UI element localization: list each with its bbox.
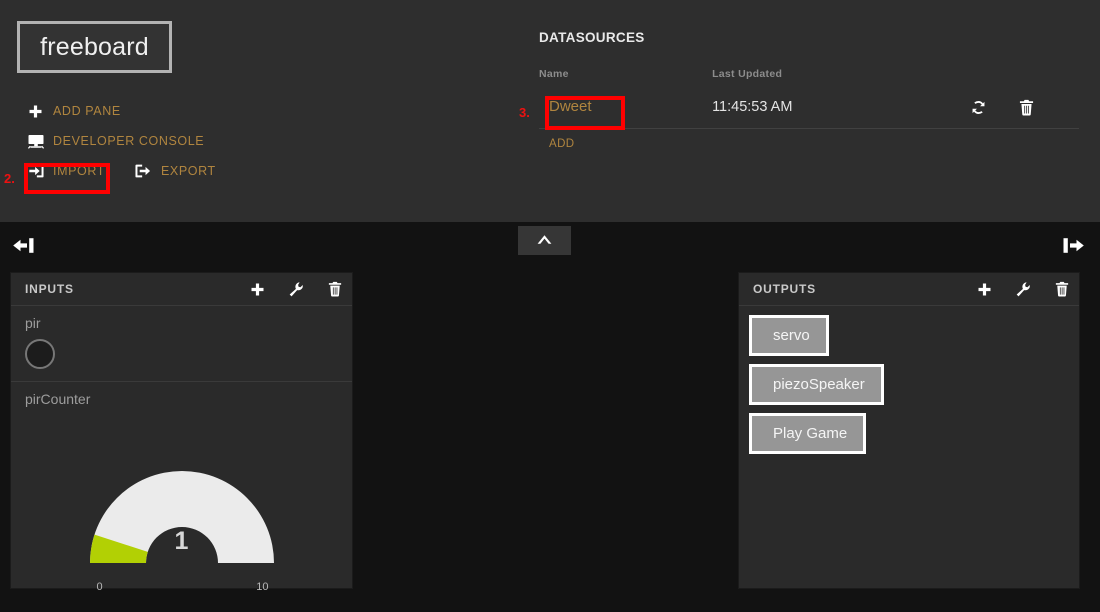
pane-outputs: OUTPUTS serv [738,272,1080,589]
app-header: freeboard ADD PANE [0,0,1100,222]
output-button-play-game[interactable]: Play Game [749,413,866,454]
pane-outputs-title: OUTPUTS [753,282,977,296]
outputs-button-list: servo piezoSpeaker Play Game [739,306,1079,462]
output-button-piezospeaker[interactable]: piezoSpeaker [749,364,884,405]
gauge-svg [77,453,287,575]
list-item: servo [749,315,1079,364]
datasource-last-updated: 11:45:53 AM [712,99,792,115]
import-label: IMPORT [53,164,105,178]
developer-console-label: DEVELOPER CONSOLE [53,134,204,148]
trash-icon[interactable] [328,281,342,297]
indicator-led-pir [25,339,55,369]
column-header-name: Name [539,68,712,94]
list-item: piezoSpeaker [749,364,1079,413]
header-menu: ADD PANE DEVELOPER CONSOLE [27,96,447,186]
app-logo[interactable]: freeboard [17,21,172,73]
app-logo-text: freeboard [40,33,149,62]
pane-inputs-tools [250,281,342,297]
widget-title-pir: pir [25,315,338,331]
pane-outputs-tools [977,281,1069,297]
gauge-max-label: 10 [256,581,268,593]
export-button[interactable]: EXPORT [135,159,220,183]
gauge-value-label: 1 [77,527,287,556]
widget-indicator-pir: pir [11,306,352,382]
chevron-up-icon [536,232,553,250]
annotation-number-2: 2. [4,171,15,186]
refresh-icon[interactable] [970,99,987,116]
export-label: EXPORT [161,164,216,178]
datasources-title: DATASOURCES [539,30,1079,45]
list-item: Play Game [749,413,1079,462]
developer-console-button[interactable]: DEVELOPER CONSOLE [27,129,208,153]
trash-icon[interactable] [1055,281,1069,297]
collapse-right-icon[interactable] [1061,237,1087,254]
pane-outputs-header: OUTPUTS [739,273,1079,306]
datasource-actions-cell [948,94,1079,129]
collapse-left-icon[interactable] [10,237,36,254]
monitor-icon [27,133,44,150]
gauge: 1 0 10 [77,453,287,593]
datasource-name-dweet[interactable]: Dweet [539,98,592,115]
gauge-min-label: 0 [97,581,103,593]
plus-icon[interactable] [250,282,265,297]
widget-gauge-pircounter: pirCounter 1 0 10 [11,382,352,605]
column-header-actions [948,68,1079,94]
table-row: Dweet 11:45:53 AM [539,94,1079,129]
datasources-header-row: Name Last Updated [539,68,1079,94]
pane-inputs-header: INPUTS [11,273,352,306]
widget-title-pircounter: pirCounter [25,391,338,407]
wrench-icon[interactable] [289,282,304,297]
menu-row-developer-console: DEVELOPER CONSOLE [27,126,447,156]
pane-inputs-title: INPUTS [25,282,250,296]
add-pane-button[interactable]: ADD PANE [27,99,125,123]
menu-row-add-pane: ADD PANE [27,96,447,126]
freeboard-app: freeboard ADD PANE [0,0,1100,612]
column-header-last-updated: Last Updated [712,68,947,94]
collapse-header-button[interactable] [518,226,571,255]
pane-inputs: INPUTS pir [10,272,353,589]
plus-icon [27,103,44,120]
add-pane-label: ADD PANE [53,104,121,118]
annotation-number-3: 3. [519,105,530,120]
gauge-area: 1 0 10 [25,415,338,593]
menu-row-import-export: IMPORT EXPORT [27,156,447,186]
datasource-updated-cell: 11:45:53 AM [712,94,947,129]
plus-icon[interactable] [977,282,992,297]
datasource-name-cell: Dweet [539,94,712,129]
wrench-icon[interactable] [1016,282,1031,297]
datasources-table: Name Last Updated Dweet 11:45:53 AM [539,68,1079,129]
datasources-section: DATASOURCES Name Last Updated Dweet [539,30,1079,152]
import-arrow-icon [27,163,44,180]
export-arrow-icon [135,163,152,180]
datasource-add-button[interactable]: ADD [539,129,574,150]
trash-icon[interactable] [1019,99,1034,116]
import-button[interactable]: IMPORT [27,159,109,183]
output-button-servo[interactable]: servo [749,315,829,356]
